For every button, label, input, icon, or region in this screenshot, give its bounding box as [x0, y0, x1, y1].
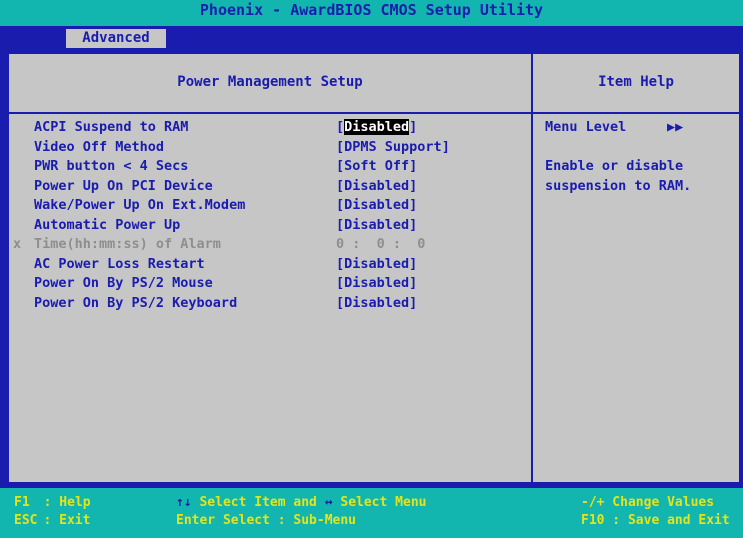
setting-label: Power On By PS/2 Keyboard [34, 294, 238, 311]
setting-value[interactable]: [Disabled] [336, 118, 417, 138]
setting-label: ACPI Suspend to RAM [34, 119, 189, 135]
setting-value[interactable]: [Disabled] [336, 196, 417, 216]
title-bar: Phoenix - AwardBIOS CMOS Setup Utility [0, 0, 743, 26]
page-title: Power Management Setup [177, 74, 363, 90]
setting-value[interactable]: [Disabled] [336, 177, 417, 197]
panel-divider-vertical [531, 54, 533, 482]
up-down-arrow-icon: ↑↓ [176, 495, 192, 510]
menu-level-label: Menu Level [545, 119, 627, 135]
setting-row-pwr-button[interactable]: PWR button < 4 Secs [Soft Off] [9, 157, 531, 177]
setting-row-alarm-time: x Time(hh:mm:ss) of Alarm 0 : 0 : 0 [9, 235, 531, 255]
settings-list: ACPI Suspend to RAM [Disabled] Video Off… [9, 118, 531, 313]
setting-value[interactable]: [DPMS Support] [336, 138, 450, 158]
setting-label: Wake/Power Up On Ext.Modem [34, 197, 246, 213]
setting-row-ps2-keyboard[interactable]: Power On By PS/2 Keyboard [Disabled] [9, 294, 531, 314]
setting-row-pci-device[interactable]: Power Up On PCI Device [Disabled] [9, 177, 531, 197]
setting-label: Time(hh:mm:ss) of Alarm [34, 236, 221, 252]
setting-value[interactable]: [Disabled] [336, 294, 417, 314]
setting-label: AC Power Loss Restart [34, 255, 205, 272]
setting-row-automatic-power-up[interactable]: Automatic Power Up [Disabled] [9, 216, 531, 236]
setting-value[interactable]: [Soft Off] [336, 157, 417, 177]
setting-row-ext-modem[interactable]: Wake/Power Up On Ext.Modem [Disabled] [9, 196, 531, 216]
setting-value[interactable]: [Disabled] [336, 274, 417, 294]
setting-value[interactable]: [Disabled] [336, 216, 417, 236]
setting-label: PWR button < 4 Secs [34, 158, 189, 174]
setting-value: 0 : 0 : 0 [336, 236, 426, 252]
setting-row-ps2-mouse[interactable]: Power On By PS/2 Mouse [Disabled] [9, 274, 531, 294]
setup-panel: Power Management Setup Item Help ACPI Su… [7, 52, 741, 484]
selected-value-highlight[interactable]: Disabled [344, 119, 410, 135]
tab-advanced[interactable]: Advanced [66, 29, 166, 48]
setting-row-ac-power-loss[interactable]: AC Power Loss Restart [Disabled] [9, 255, 531, 275]
enter-submenu-hint: Enter Select : Sub-Menu [176, 513, 357, 528]
setting-label: Power On By PS/2 Mouse [34, 275, 213, 291]
left-right-arrow-icon: ↔ [324, 495, 333, 510]
panel-divider-horizontal [9, 112, 739, 114]
double-right-arrow-icon: ▶▶ [667, 119, 684, 135]
save-exit-hint: F10 : Save and Exit [581, 513, 730, 528]
status-bar: F1: Help ESC: Exit ↑↓ Select Item and ↔ … [0, 488, 743, 538]
app-title: Phoenix - AwardBIOS CMOS Setup Utility [199, 1, 544, 19]
change-values-hint: -/+ Change Values [581, 495, 715, 510]
help-key-hint: F1: Help [14, 495, 91, 510]
exit-key-hint: ESC: Exit [14, 513, 91, 528]
setting-label: Video Off Method [34, 138, 165, 155]
item-help-heading: Item Help [598, 74, 674, 90]
setting-label: Power Up On PCI Device [34, 177, 213, 194]
select-item-hint: ↑↓ Select Item and ↔ Select Menu [176, 495, 427, 510]
tab-advanced-label: Advanced [82, 30, 150, 46]
setting-label: Automatic Power Up [34, 216, 181, 233]
menu-bar: Advanced [0, 26, 743, 50]
disabled-x-icon: x [13, 236, 22, 252]
setting-value[interactable]: [Disabled] [336, 255, 417, 275]
help-text: Enable or disable suspension to RAM. [545, 158, 692, 194]
setting-row-acpi-suspend[interactable]: ACPI Suspend to RAM [Disabled] [9, 118, 531, 138]
setting-row-video-off[interactable]: Video Off Method [DPMS Support] [9, 138, 531, 158]
